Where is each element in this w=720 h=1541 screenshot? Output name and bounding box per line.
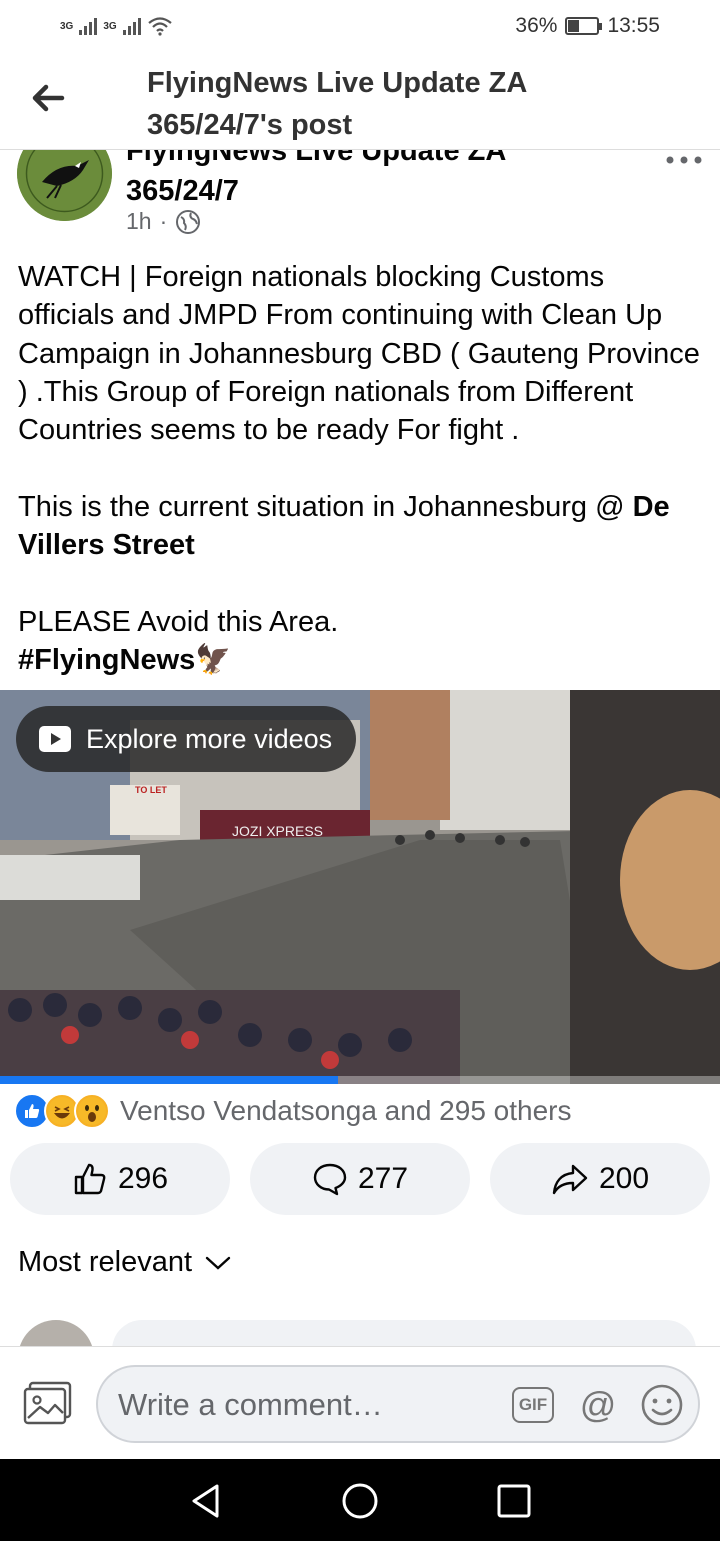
wifi-icon bbox=[147, 17, 172, 36]
reaction-icons bbox=[14, 1093, 110, 1129]
comment-count: 277 bbox=[357, 1162, 409, 1195]
post-time[interactable]: 1h bbox=[126, 208, 152, 235]
photo-icon[interactable] bbox=[22, 1381, 74, 1427]
signal-label-2: 3G bbox=[103, 20, 117, 32]
comment-preview bbox=[0, 1318, 720, 1346]
system-nav-bar bbox=[0, 1459, 720, 1541]
status-bar: 3G 3G 36% 13:55 bbox=[0, 0, 720, 52]
post-paragraph-1: WATCH | Foreign nationals blocking Custo… bbox=[18, 261, 700, 447]
thumbs-up-icon bbox=[74, 1163, 106, 1195]
back-arrow-icon[interactable] bbox=[28, 78, 68, 118]
page-title: FlyingNews Live Update ZA 365/24/7's pos… bbox=[147, 67, 527, 141]
comment-input-box: GIF @ bbox=[96, 1365, 700, 1443]
share-button[interactable]: 200 bbox=[490, 1143, 710, 1215]
nav-back-icon[interactable] bbox=[186, 1481, 226, 1521]
signal-icon bbox=[79, 17, 98, 35]
nav-home-icon[interactable] bbox=[340, 1481, 380, 1521]
battery-icon bbox=[565, 17, 603, 35]
comment-input[interactable] bbox=[118, 1381, 498, 1429]
battery-percent: 36% bbox=[515, 14, 558, 37]
chevron-down-icon bbox=[205, 1256, 231, 1270]
signal-label-1: 3G bbox=[60, 20, 74, 32]
mention-button[interactable]: @ bbox=[574, 1381, 622, 1429]
video-player[interactable]: TO LET JOZI XPRESS Explore more videos bbox=[0, 690, 720, 1084]
nav-recents-icon[interactable] bbox=[494, 1481, 534, 1521]
video-progress-bar[interactable] bbox=[0, 1076, 720, 1084]
post-actions: 296 277 200 bbox=[10, 1143, 710, 1215]
globe-icon bbox=[176, 209, 201, 234]
gif-button[interactable]: GIF bbox=[512, 1387, 554, 1423]
commenter-avatar[interactable] bbox=[18, 1320, 94, 1346]
share-arrow-icon bbox=[552, 1164, 588, 1195]
video-icon bbox=[39, 726, 71, 752]
share-count: 200 bbox=[598, 1162, 650, 1195]
wow-icon bbox=[74, 1093, 110, 1129]
meta-separator: · bbox=[159, 208, 168, 234]
top-bar: FlyingNews Live Update ZA 365/24/7's pos… bbox=[0, 52, 720, 150]
sign-to-let: TO LET bbox=[135, 785, 167, 795]
hashtag-text: #FlyingNews bbox=[18, 643, 196, 676]
comment-bubble-icon bbox=[313, 1163, 347, 1196]
post-body: WATCH | Foreign nationals blocking Custo… bbox=[18, 258, 708, 679]
sort-label: Most relevant bbox=[18, 1246, 193, 1278]
post-paragraph-2-text: This is the current situation in Johanne… bbox=[18, 490, 633, 523]
signal-icon bbox=[122, 17, 141, 35]
video-progress-fill bbox=[0, 1076, 339, 1084]
comment-bubble[interactable] bbox=[112, 1320, 696, 1346]
explore-more-videos-button[interactable]: Explore more videos bbox=[16, 706, 357, 772]
battery-fill bbox=[568, 20, 579, 32]
reactions-summary[interactable]: Ventso Vendatsonga and 295 others bbox=[14, 1093, 572, 1129]
comment-sort-dropdown[interactable]: Most relevant bbox=[18, 1246, 232, 1279]
like-button[interactable]: 296 bbox=[10, 1143, 230, 1215]
clock: 13:55 bbox=[607, 14, 660, 37]
explore-label: Explore more videos bbox=[86, 723, 333, 754]
status-right: 36% 13:55 bbox=[515, 14, 660, 38]
status-left: 3G 3G bbox=[60, 16, 173, 36]
like-count: 296 bbox=[117, 1162, 169, 1195]
reactions-text: Ventso Vendatsonga and 295 others bbox=[120, 1095, 572, 1126]
comment-composer: GIF @ bbox=[0, 1346, 720, 1459]
post-hashtag[interactable]: #FlyingNews bbox=[18, 644, 195, 676]
more-options-icon[interactable] bbox=[664, 150, 704, 170]
post-paragraph-2: This is the current situation in Johanne… bbox=[18, 491, 670, 561]
sign-store: JOZI XPRESS bbox=[232, 823, 323, 839]
comment-button[interactable]: 277 bbox=[250, 1143, 470, 1215]
post-paragraph-3: PLEASE Avoid this Area. bbox=[18, 605, 339, 638]
post-meta: 1h · bbox=[126, 208, 201, 235]
eagle-emoji-icon: 🦅 bbox=[195, 643, 232, 676]
emoji-icon[interactable] bbox=[638, 1381, 686, 1429]
